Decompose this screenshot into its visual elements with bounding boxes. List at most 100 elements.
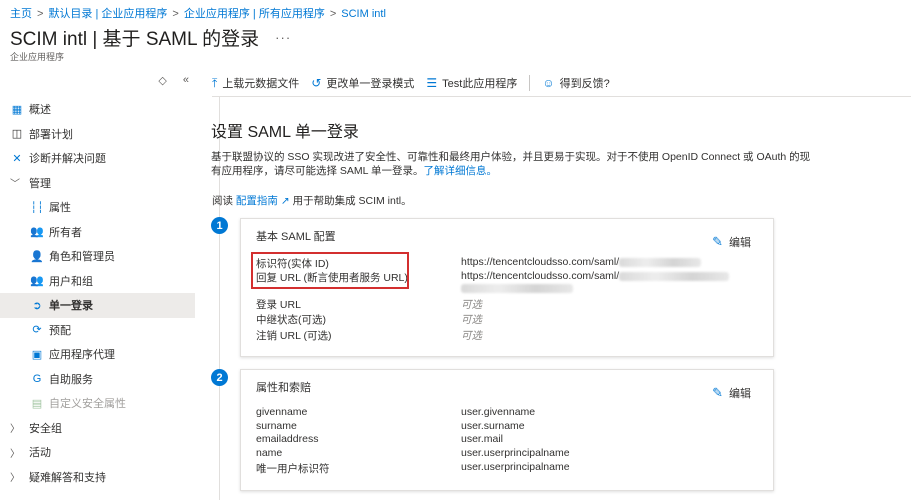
row-key: 唯一用户标识符: [256, 463, 330, 475]
sidebar-item-label: 部署计划: [29, 128, 73, 141]
row-value: https://tencentcloudsso.com/saml/: [461, 256, 702, 268]
row-value: 可选: [461, 314, 482, 326]
row-value: https://tencentcloudsso.com/saml/: [461, 270, 730, 282]
sidebar-item-properties[interactable]: ┆┆ 属性: [0, 195, 195, 220]
feedback-button[interactable]: ☺ 得到反馈?: [542, 75, 609, 91]
sidebar-group-security[interactable]: 〉安全组: [0, 416, 195, 441]
row-value-text: https://tencentcloudsso.com/saml/: [461, 256, 620, 268]
sidebar-item-label: 角色和管理员: [49, 251, 115, 264]
claim-row: givenname user.givenname: [256, 406, 766, 420]
users-icon: 👥: [30, 275, 44, 288]
grid-icon: ▦: [11, 103, 23, 116]
redacted-value: [619, 257, 702, 267]
test-app-label: Test此应用程序: [442, 78, 518, 90]
row-value: [461, 282, 573, 294]
security-attr-icon: ▤: [31, 397, 43, 410]
highlight-annotation-box: [251, 252, 409, 289]
step-2-badge: 2: [211, 369, 228, 386]
section-heading: 设置 SAML 单一登录: [211, 124, 359, 141]
sidebar-item-owners[interactable]: 👥 所有者: [0, 220, 195, 245]
sidebar-item-label: 管理: [29, 177, 51, 190]
sidebar-group-manage[interactable]: ﹀ 管理: [0, 171, 195, 196]
wrench-icon: ✕: [12, 152, 22, 165]
bars-icon: ┆┆: [30, 201, 44, 214]
sidebar-item-label: 预配: [49, 324, 71, 337]
row-key: name: [256, 447, 283, 459]
page-title: SCIM intl | 基于 SAML 的登录: [10, 29, 260, 50]
upload-icon: ⤒: [212, 75, 218, 90]
sso-icon: ➲: [32, 299, 42, 312]
external-link-icon: ↗: [280, 195, 290, 207]
edit-basic-config-button[interactable]: ✎ 编辑: [712, 234, 751, 250]
page-subtitle: 企业应用程序: [10, 52, 65, 62]
read-suffix: 用于帮助集成 SCIM intl。: [292, 195, 412, 207]
pencil-icon: ✎: [712, 385, 723, 400]
upload-metadata-button[interactable]: ⤒ 上载元数据文件: [212, 75, 299, 91]
breadcrumb-separator: >: [37, 8, 44, 20]
card-title: 属性和索赔: [256, 382, 311, 394]
sidebar-nav: ▦ 概述 ◫ 部署计划 ✕ 诊断并解决问题 ﹀ 管理 ┆┆ 属性 👥 所有者 👤 角色和管理员…: [0, 97, 195, 489]
users-icon: 👥: [30, 226, 44, 239]
chevron-right-icon: 〉: [10, 448, 20, 460]
breadcrumb: 主页 > 默认目录 | 企业应用程序 > 企业应用程序 | 所有应用程序 > SCIM in…: [10, 5, 386, 21]
sidebar-item-deployment-plan[interactable]: ◫ 部署计划: [0, 122, 195, 147]
sidebar-group-activity[interactable]: 〉活动: [0, 440, 195, 465]
change-sso-mode-button[interactable]: ↺ 更改单一登录模式: [311, 75, 414, 91]
sidebar-item-users-groups[interactable]: 👥 用户和组: [0, 269, 195, 294]
title-row: SCIM intl | 基于 SAML 的登录 ···: [10, 24, 291, 51]
more-options-icon[interactable]: ···: [275, 30, 291, 45]
row-value: user.mail: [461, 433, 504, 445]
collapse-sidebar-icon[interactable]: «: [183, 74, 189, 87]
sidebar-item-provisioning[interactable]: ⟳ 预配: [0, 318, 195, 343]
row-value-text: https://tencentcloudsso.com/saml/: [461, 270, 620, 282]
learn-more-link[interactable]: 了解详细信息。: [424, 165, 498, 177]
sidebar-item-label: 用户和组: [49, 275, 93, 288]
config-row: 中继状态(可选) 可选: [256, 312, 766, 326]
breadcrumb-home[interactable]: 主页: [10, 8, 32, 20]
sidebar-item-label: 安全组: [29, 422, 62, 435]
row-key: 注销 URL (可选): [256, 330, 332, 342]
sidebar-item-label: 所有者: [49, 226, 82, 239]
sidebar-item-diagnose[interactable]: ✕ 诊断并解决问题: [0, 146, 195, 171]
config-row: 登录 URL 可选: [256, 297, 766, 311]
sidebar-item-app-proxy[interactable]: ▣ 应用程序代理: [0, 342, 195, 367]
intro-body: 基于联盟协议的 SSO 实现改进了安全性、可靠性和最终用户体验，并且更易于实现。…: [211, 151, 811, 177]
chevron-right-icon: 〉: [10, 424, 20, 436]
sidebar-item-custom-security: ▤ 自定义安全属性: [0, 391, 195, 416]
user-role-icon: 👤: [30, 250, 44, 263]
sidebar-item-label: 概述: [29, 104, 51, 117]
sidebar-item-self-service[interactable]: G 自助服务: [0, 367, 195, 392]
read-prefix: 阅读: [212, 195, 233, 207]
test-app-button[interactable]: ☰ Test此应用程序: [426, 75, 517, 91]
command-bar: ⤒ 上载元数据文件 ↺ 更改单一登录模式 ☰ Test此应用程序 ☺ 得到反馈?: [212, 72, 911, 94]
change-sso-mode-label: 更改单一登录模式: [326, 78, 415, 90]
row-value: user.surname: [461, 420, 525, 432]
expand-collapse-icon[interactable]: ◇: [158, 74, 166, 87]
proxy-icon: ▣: [31, 348, 43, 361]
pencil-icon: ✎: [712, 234, 723, 249]
claim-row: name user.userprincipalname: [256, 447, 766, 461]
config-row: 注销 URL (可选) 可选: [256, 328, 766, 342]
sidebar-item-label: 自助服务: [49, 373, 93, 386]
breadcrumb-all-apps[interactable]: 企业应用程序 | 所有应用程序: [184, 8, 325, 20]
row-key: emailaddress: [256, 433, 319, 445]
breadcrumb-separator: >: [172, 8, 179, 20]
edit-claims-button[interactable]: ✎ 编辑: [712, 385, 751, 401]
row-value: user.userprincipalname: [461, 447, 570, 459]
undo-icon: ↺: [311, 76, 322, 90]
list-icon: ☰: [426, 76, 438, 90]
sidebar-item-label: 自定义安全属性: [49, 398, 126, 411]
row-key: 登录 URL: [256, 299, 301, 311]
sidebar-item-roles[interactable]: 👤 角色和管理员: [0, 244, 195, 269]
breadcrumb-app[interactable]: SCIM intl: [341, 8, 386, 20]
feedback-label: 得到反馈?: [559, 78, 610, 90]
sidebar-item-sso[interactable]: ➲ 单一登录: [0, 293, 195, 318]
sidebar-tools: ◇ «: [158, 74, 189, 87]
sidebar-item-label: 应用程序代理: [49, 349, 115, 362]
config-guide-link[interactable]: 配置指南: [236, 195, 278, 207]
breadcrumb-directory[interactable]: 默认目录 | 企业应用程序: [48, 8, 167, 20]
row-value: user.userprincipalname: [461, 461, 570, 473]
claim-row: emailaddress user.mail: [256, 433, 766, 447]
sidebar-item-overview[interactable]: ▦ 概述: [0, 97, 195, 122]
sidebar-group-troubleshoot[interactable]: 〉疑难解答和支持: [0, 465, 195, 490]
